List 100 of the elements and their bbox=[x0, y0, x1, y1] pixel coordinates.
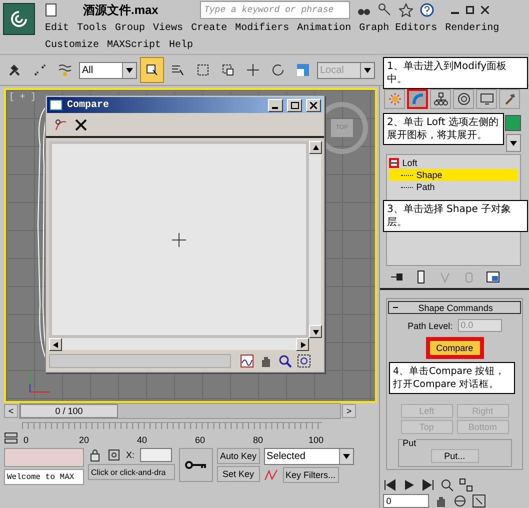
app-logo[interactable] bbox=[3, 3, 35, 35]
listener-output: Welcome to MAX bbox=[4, 469, 84, 485]
script-listener-field[interactable] bbox=[4, 448, 84, 467]
frame-tick-label: 20 bbox=[79, 435, 89, 445]
close-icon[interactable] bbox=[481, 6, 489, 14]
next-frame-button[interactable]: > bbox=[342, 404, 356, 418]
annotation-callout: 4、单击Compare 按钮，打开Compare 对话框。 bbox=[389, 362, 515, 394]
menu-item[interactable]: Customize bbox=[45, 40, 100, 51]
menu-item[interactable]: Animation bbox=[297, 23, 352, 34]
menu-item[interactable]: Modifiers bbox=[235, 23, 290, 34]
arrow-down-icon bbox=[312, 328, 320, 336]
annotation-callout: 2、单击 Loft 选项左侧的展开图标，将其展开。 bbox=[383, 113, 504, 145]
track-bar[interactable]: 0 20 40 60 80 100 bbox=[22, 422, 322, 445]
collapse-icon bbox=[393, 306, 398, 309]
expand-toggle[interactable] bbox=[389, 158, 400, 168]
snap-icon[interactable] bbox=[107, 448, 121, 462]
selection-filter-dropdown[interactable]: All bbox=[79, 62, 137, 78]
track-bar-icon[interactable] bbox=[4, 431, 18, 445]
caret-icon bbox=[510, 140, 517, 146]
panel-tab[interactable] bbox=[499, 89, 520, 109]
frame-counter[interactable]: 0 / 100 bbox=[20, 404, 118, 418]
x-coordinate-field[interactable] bbox=[140, 448, 172, 462]
star-icon bbox=[399, 3, 413, 17]
zoom-icon[interactable] bbox=[440, 478, 454, 492]
panel-tab[interactable] bbox=[476, 89, 498, 109]
play-icon[interactable] bbox=[402, 478, 416, 492]
rollout-title: Shape Commands bbox=[418, 302, 493, 312]
key-mode-dropdown[interactable]: Selected bbox=[264, 448, 354, 465]
horizontal-scrollbar[interactable] bbox=[49, 338, 309, 350]
frame-tick-label: 40 bbox=[137, 435, 147, 445]
zoom-region-icon[interactable] bbox=[297, 354, 311, 368]
panel-tab[interactable] bbox=[453, 89, 474, 109]
put-button[interactable]: Put... bbox=[430, 449, 479, 463]
menu-item[interactable]: Create bbox=[191, 23, 228, 34]
close-button[interactable] bbox=[306, 98, 321, 112]
set-key-button[interactable] bbox=[179, 448, 213, 482]
maximize-icon[interactable] bbox=[466, 6, 474, 14]
lock-icon[interactable] bbox=[88, 448, 102, 462]
group-label: Put bbox=[402, 438, 416, 448]
prompt-text: Click or click-and-dra bbox=[88, 464, 175, 480]
arrow-right-icon bbox=[298, 340, 306, 348]
menu-item[interactable]: Rendering bbox=[445, 23, 500, 34]
go-to-end-icon[interactable] bbox=[421, 478, 436, 492]
dialog-title: Compare bbox=[67, 100, 110, 110]
frame-tick-label: 80 bbox=[253, 435, 263, 445]
configure-icon[interactable] bbox=[486, 270, 500, 284]
menu-item[interactable]: Views bbox=[153, 23, 184, 34]
frame-tick-label: 100 bbox=[308, 435, 324, 445]
minus-icon bbox=[391, 160, 398, 166]
menu-item[interactable]: Graph Editors bbox=[359, 23, 438, 34]
menu-item[interactable]: Help bbox=[169, 40, 194, 51]
path-level-label: Path Level: bbox=[408, 320, 453, 330]
key-filters-button[interactable]: Key Filters... bbox=[282, 467, 339, 483]
curve-icon[interactable] bbox=[264, 468, 278, 482]
sun-icon bbox=[388, 92, 402, 106]
previous-frame-button[interactable]: < bbox=[4, 404, 18, 418]
maximize-button[interactable] bbox=[287, 98, 302, 112]
auto-key-button[interactable]: Auto Key bbox=[217, 448, 260, 464]
compare-button[interactable]: Compare bbox=[426, 337, 484, 359]
orbit-icon[interactable] bbox=[453, 494, 468, 508]
window-title: 酒源文件.max bbox=[83, 2, 160, 18]
search-field[interactable]: Type a keyword or phrase bbox=[200, 1, 350, 19]
annotation-callout: 1、单击进入到Modify面板中。 bbox=[383, 57, 528, 89]
hammer-icon bbox=[502, 92, 517, 106]
delete-icon[interactable] bbox=[74, 118, 88, 132]
menu-item[interactable]: Tools bbox=[77, 23, 108, 34]
frame-tick-label: 0 bbox=[24, 435, 28, 445]
menu-item[interactable]: Group bbox=[115, 23, 146, 34]
frame-tick-label: 60 bbox=[195, 435, 205, 445]
object-color-swatch[interactable] bbox=[505, 115, 521, 131]
go-to-start-icon[interactable] bbox=[383, 478, 398, 492]
caret-icon bbox=[342, 454, 350, 459]
menu-item[interactable]: MAXScript bbox=[107, 40, 162, 51]
target-icon bbox=[456, 92, 471, 106]
panel-tab[interactable] bbox=[430, 89, 452, 109]
maximize-icon bbox=[290, 102, 298, 108]
zoom-icon[interactable] bbox=[278, 354, 292, 368]
select-object-icon[interactable] bbox=[140, 57, 164, 83]
frame-field[interactable]: 0 bbox=[383, 494, 430, 508]
rollout-header[interactable]: Shape Commands bbox=[388, 301, 521, 314]
document-icon bbox=[44, 3, 58, 17]
zoom-all-icon[interactable] bbox=[459, 478, 474, 492]
monitor-icon bbox=[480, 92, 494, 106]
annotation-callout: 3、单击选择 Shape 子对象层。 bbox=[383, 200, 528, 232]
arrow-up-icon bbox=[312, 144, 320, 152]
window-icon bbox=[49, 98, 63, 112]
caret-icon bbox=[364, 68, 371, 72]
close-icon bbox=[310, 102, 317, 108]
vertical-scrollbar[interactable] bbox=[309, 141, 321, 338]
sub-object-item[interactable]: Path bbox=[389, 181, 518, 193]
stack-item[interactable]: Loft bbox=[402, 158, 418, 168]
sub-object-item[interactable]: Shape bbox=[389, 169, 518, 181]
pick-curve-icon[interactable] bbox=[54, 118, 68, 132]
menu-item[interactable]: Edit bbox=[45, 23, 70, 34]
graph-icon[interactable] bbox=[240, 354, 254, 368]
set-key-mode-button[interactable]: Set Key bbox=[217, 466, 260, 482]
hierarchy-icon bbox=[434, 92, 448, 106]
arrow-left-icon bbox=[52, 340, 60, 348]
maximize-viewport-icon[interactable] bbox=[472, 494, 486, 508]
minimize-button[interactable] bbox=[268, 98, 283, 112]
